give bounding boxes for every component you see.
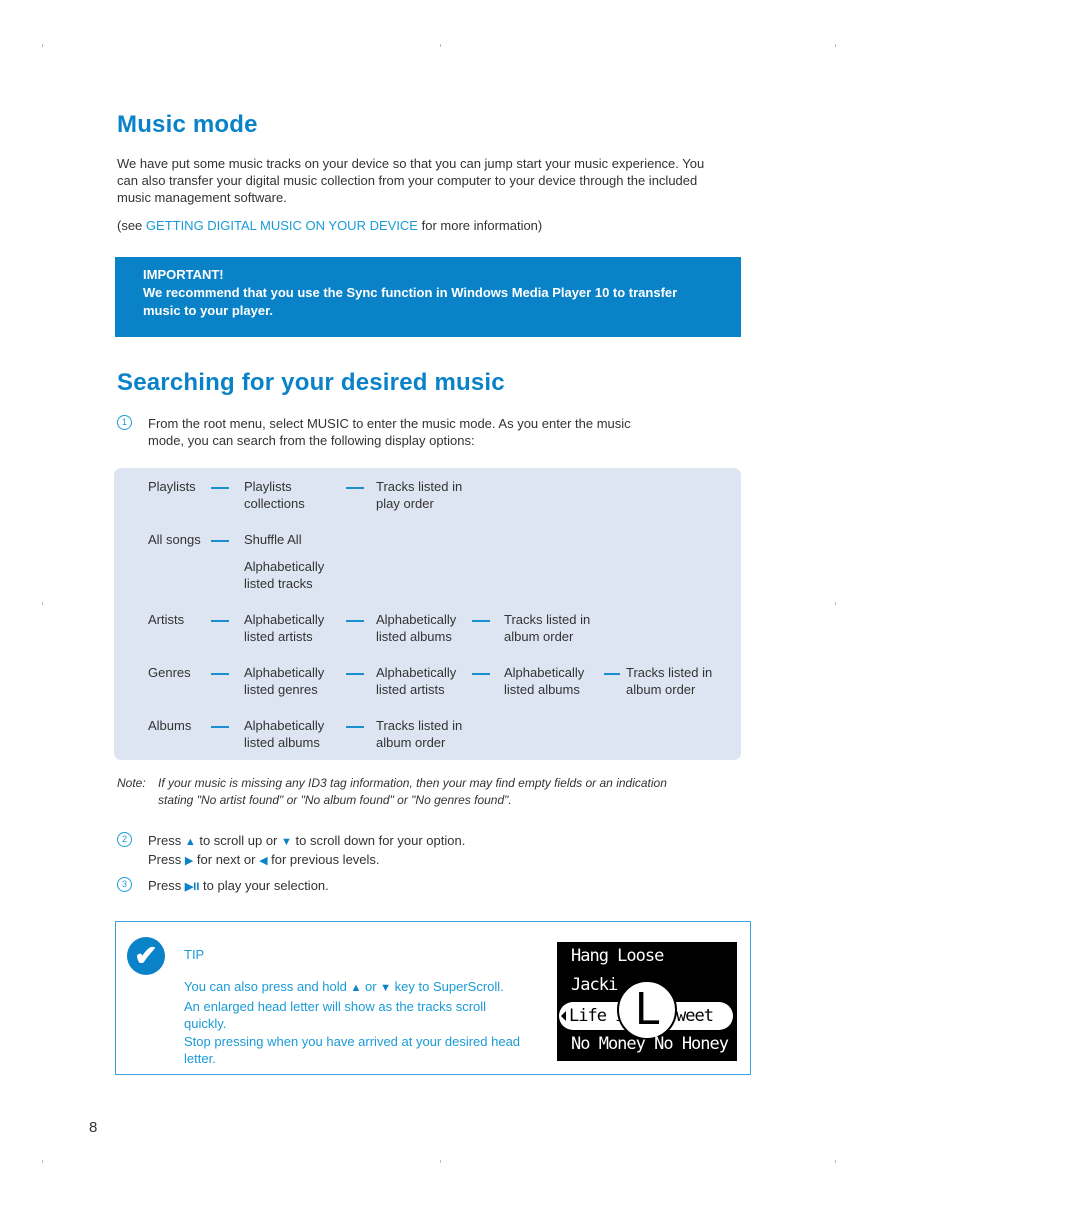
tree-node: Tracks listed in album order	[626, 665, 713, 697]
connector-line	[604, 673, 620, 675]
left-arrow-icon	[561, 1011, 566, 1021]
important-callout: IMPORTANT! We recommend that you use the…	[115, 257, 741, 337]
crop-mark	[440, 1160, 441, 1163]
device-screen-illustration: Hang Loose Jacki Life is weet L No Money…	[557, 942, 737, 1061]
see-prefix: (see	[117, 218, 146, 233]
tree-root-playlists: Playlists	[148, 479, 196, 494]
screen-track: Hang Loose	[571, 946, 664, 966]
crop-mark	[835, 1160, 836, 1163]
important-label: IMPORTANT!	[143, 267, 224, 282]
see-suffix: for more information)	[417, 218, 543, 233]
connector-line	[346, 726, 364, 728]
play-pause-icon: ▶II	[184, 881, 200, 893]
crop-mark	[42, 602, 43, 605]
tree-node: Tracks listed in album order	[376, 718, 463, 750]
tree-node: Alphabetically listed tracks	[244, 559, 325, 591]
tip-paragraph: An enlarged head letter will show as the…	[184, 998, 487, 1032]
connector-line	[211, 620, 229, 622]
tree-node: Alphabetically listed albums	[504, 665, 585, 697]
page-number: 8	[89, 1119, 98, 1136]
step-3-text: Press ▶II to play your selection.	[148, 878, 329, 893]
connector-line	[346, 487, 364, 489]
check-icon: ✔	[127, 937, 165, 975]
note-label: Note:	[117, 776, 146, 790]
tree-node: Alphabetically listed albums	[244, 718, 325, 750]
tree-root-albums: Albums	[148, 718, 192, 733]
up-arrow-icon: ▲	[350, 982, 362, 994]
see-reference: (see GETTING DIGITAL MUSIC ON YOUR DEVIC…	[117, 217, 717, 234]
tree-root-artists: Artists	[148, 612, 185, 627]
important-text: We recommend that you use the Sync funct…	[143, 285, 678, 318]
section-title-music-mode: Music mode	[117, 111, 258, 138]
connector-line	[346, 673, 364, 675]
step-number-3-icon: 3	[117, 877, 132, 892]
up-arrow-icon: ▲	[184, 836, 196, 848]
down-arrow-icon: ▼	[281, 836, 292, 848]
crop-mark	[42, 1160, 43, 1163]
tree-node: Alphabetically listed artists	[244, 612, 325, 644]
tree-node: Alphabetically listed artists	[376, 665, 457, 697]
tip-box: ✔ TIP You can also press and hold ▲ or ▼…	[115, 921, 751, 1075]
connector-line	[211, 673, 229, 675]
screen-track: Jacki	[571, 975, 618, 995]
tip-paragraph: Stop pressing when you have arrived at y…	[184, 1033, 521, 1067]
music-navigation-tree: Playlists Playlists collections Tracks li…	[114, 468, 741, 760]
crop-mark	[835, 44, 836, 47]
tip-body: You can also press and hold ▲ or ▼ key t…	[184, 978, 524, 1068]
intro-paragraph: We have put some music tracks on your de…	[117, 156, 705, 205]
tip-title: TIP	[184, 947, 205, 962]
tree-root-all-songs: All songs	[148, 532, 201, 547]
screen-track: No Money No Honey	[571, 1034, 729, 1054]
superscroll-head-letter: L	[617, 980, 677, 1040]
connector-line	[211, 726, 229, 728]
step-number-2-icon: 2	[117, 832, 132, 847]
tree-node: Shuffle All	[244, 532, 302, 547]
tree-node: Alphabetically listed albums	[376, 612, 457, 644]
left-arrow-icon: ◀	[259, 855, 268, 867]
tip-paragraph: You can also press and hold ▲ or ▼ key t…	[184, 979, 504, 994]
section-title-searching: Searching for your desired music	[117, 369, 505, 396]
tree-root-genres: Genres	[148, 665, 191, 680]
connector-line	[472, 673, 490, 675]
note-text: If your music is missing any ID3 tag inf…	[158, 776, 667, 807]
step-2-text: Press ▲ to scroll up or ▼ to scroll down…	[148, 833, 466, 867]
tree-node: Tracks listed in play order	[376, 479, 463, 511]
see-link[interactable]: GETTING DIGITAL MUSIC ON YOUR DEVICE	[146, 218, 418, 233]
tree-node: Tracks listed in album order	[504, 612, 591, 644]
down-arrow-icon: ▼	[380, 982, 392, 994]
connector-line	[472, 620, 490, 622]
connector-line	[211, 540, 229, 542]
step-1-text: From the root menu, select MUSIC to ente…	[148, 416, 631, 448]
step-number-1-icon: 1	[117, 415, 132, 430]
crop-mark	[42, 44, 43, 47]
connector-line	[211, 487, 229, 489]
tree-node: Alphabetically listed genres	[244, 665, 325, 697]
connector-line	[346, 620, 364, 622]
crop-mark	[835, 602, 836, 605]
tree-node: Playlists collections	[244, 479, 305, 511]
crop-mark	[440, 44, 441, 47]
